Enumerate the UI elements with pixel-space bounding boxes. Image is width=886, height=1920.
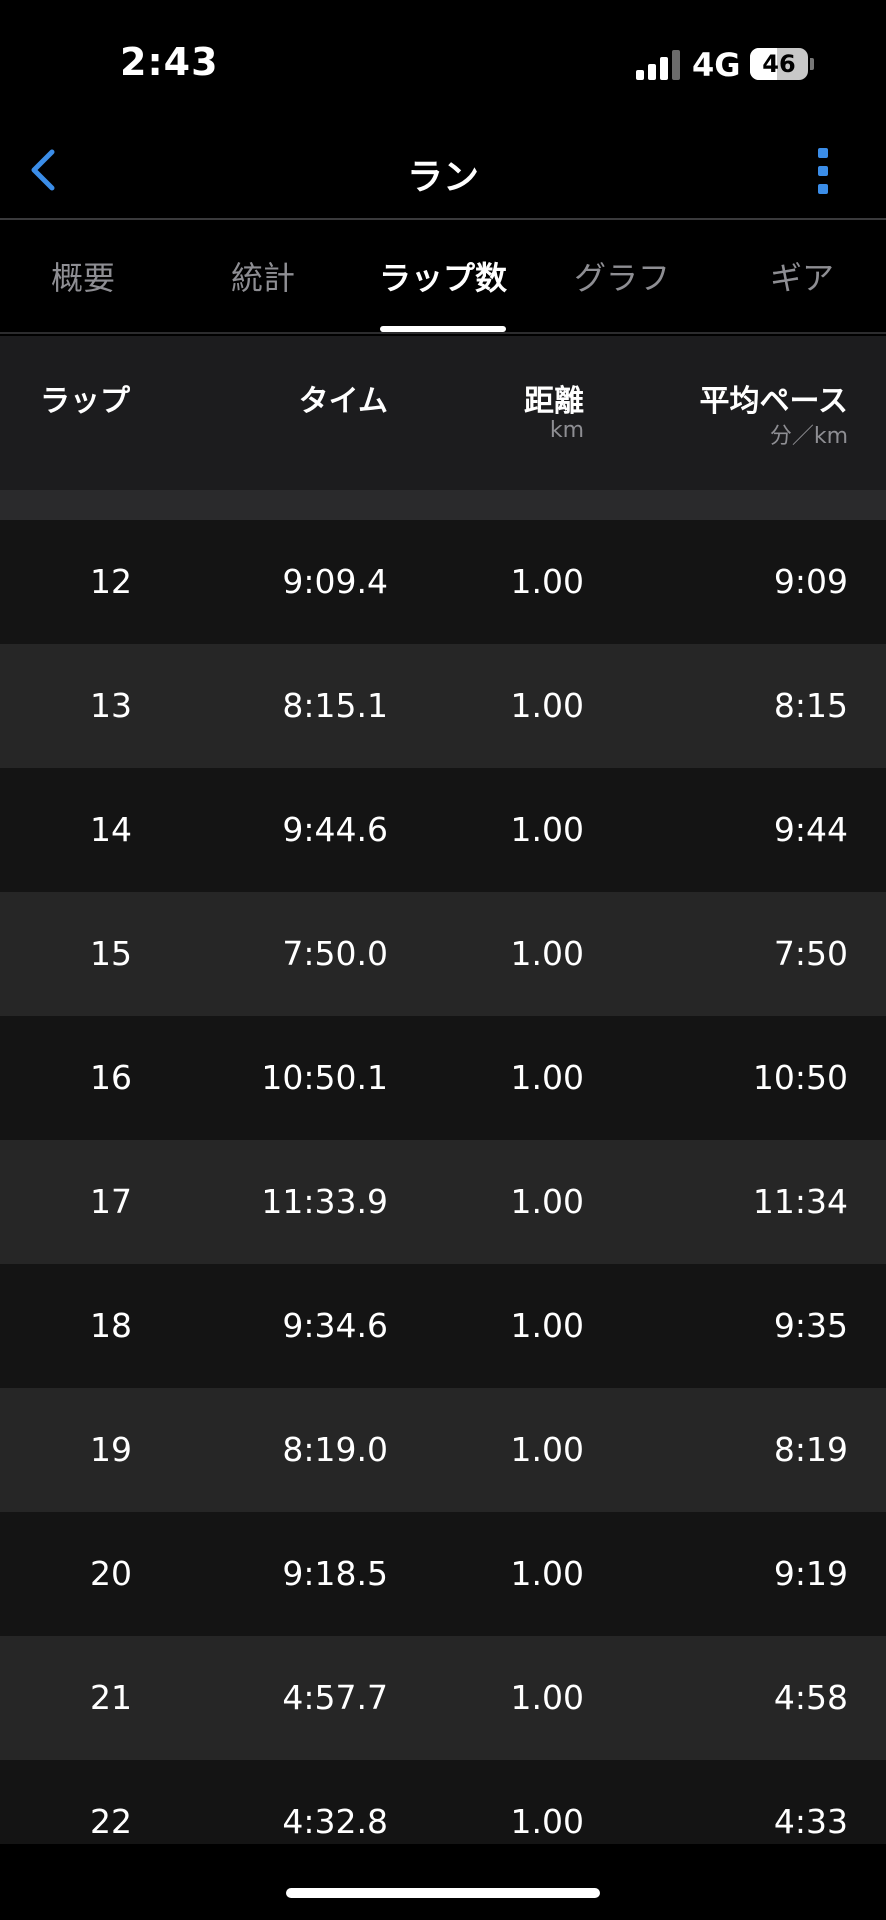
- lap-time: 7:50.0: [282, 934, 388, 973]
- table-header: ラップ タイム 距離 km 平均ペース 分／km: [0, 336, 886, 490]
- header-pace: 平均ペース: [699, 384, 849, 419]
- header-pace-unit: 分／km: [769, 424, 848, 449]
- lap-number: 15: [90, 934, 132, 973]
- lap-time: 11:33.9: [261, 1182, 388, 1221]
- lap-distance: 1.00: [510, 1306, 584, 1345]
- lap-table[interactable]: 12 9:09.4 1.00 9:09 13 8:15.1 1.00 8:15 14 9:44.6…: [0, 520, 886, 1844]
- lap-time: 8:15.1: [282, 686, 388, 725]
- lap-distance: 1.00: [510, 1802, 584, 1841]
- lap-distance: 1.00: [510, 934, 584, 973]
- table-row[interactable]: 15 7:50.0 1.00 7:50: [0, 892, 886, 1016]
- header-distance-unit: km: [549, 418, 584, 443]
- tab-gear[interactable]: ギア: [718, 222, 886, 332]
- lap-number: 22: [90, 1802, 132, 1841]
- lap-number: 21: [90, 1678, 132, 1717]
- table-row[interactable]: 16 10:50.1 1.00 10:50: [0, 1016, 886, 1140]
- lap-time: 10:50.1: [261, 1058, 388, 1097]
- tab-graph[interactable]: グラフ: [538, 222, 706, 332]
- more-options-button[interactable]: [808, 146, 838, 196]
- header-time: タイム: [298, 384, 388, 419]
- home-indicator: [286, 1888, 600, 1898]
- lap-distance: 1.00: [510, 810, 584, 849]
- table-row[interactable]: 19 8:19.0 1.00 8:19: [0, 1388, 886, 1512]
- lap-distance: 1.00: [510, 562, 584, 601]
- lap-time: 9:44.6: [282, 810, 388, 849]
- lap-time: 4:32.8: [282, 1802, 388, 1841]
- lap-pace: 9:19: [773, 1554, 848, 1593]
- tab-bar: 概要 統計 ラップ数 グラフ ギア: [0, 222, 886, 334]
- lap-number: 17: [90, 1182, 132, 1221]
- lap-number: 13: [90, 686, 132, 725]
- lap-number: 18: [90, 1306, 132, 1345]
- lap-time: 9:09.4: [282, 562, 388, 601]
- table-row[interactable]: 14 9:44.6 1.00 9:44: [0, 768, 886, 892]
- lap-pace: 8:15: [773, 686, 848, 725]
- lap-distance: 1.00: [510, 1430, 584, 1469]
- lap-pace: 9:44: [773, 810, 848, 849]
- lap-number: 16: [90, 1058, 132, 1097]
- lap-pace: 11:34: [752, 1182, 848, 1221]
- lap-pace: 8:19: [773, 1430, 848, 1469]
- table-row[interactable]: 22 4:32.8 1.00 4:33: [0, 1760, 886, 1844]
- table-row[interactable]: 13 8:15.1 1.00 8:15: [0, 644, 886, 768]
- nav-bar: ラン: [0, 120, 886, 220]
- lap-pace: 9:35: [773, 1306, 848, 1345]
- battery-tip: [810, 58, 814, 70]
- header-divider: [0, 490, 886, 520]
- table-row[interactable]: 20 9:18.5 1.00 9:19: [0, 1512, 886, 1636]
- lap-distance: 1.00: [510, 1678, 584, 1717]
- table-row[interactable]: 18 9:34.6 1.00 9:35: [0, 1264, 886, 1388]
- lap-pace: 4:33: [773, 1802, 848, 1841]
- page-title: ラン: [406, 157, 479, 198]
- lap-pace: 10:50: [752, 1058, 848, 1097]
- lap-number: 19: [90, 1430, 132, 1469]
- header-distance: 距離: [524, 384, 584, 419]
- network-type: 4G: [692, 46, 741, 84]
- lap-distance: 1.00: [510, 1554, 584, 1593]
- lap-time: 9:18.5: [282, 1554, 388, 1593]
- tab-stats[interactable]: 統計: [178, 222, 348, 332]
- header-lap: ラップ: [40, 384, 130, 419]
- lap-pace: 9:09: [773, 562, 848, 601]
- table-row[interactable]: 12 9:09.4 1.00 9:09: [0, 520, 886, 644]
- lap-distance: 1.00: [510, 686, 584, 725]
- table-row[interactable]: 17 11:33.9 1.00 11:34: [0, 1140, 886, 1264]
- tab-overview[interactable]: 概要: [0, 222, 166, 332]
- status-time: 2:43: [120, 40, 219, 84]
- lap-number: 14: [90, 810, 132, 849]
- cellular-signal-icon: [636, 48, 680, 80]
- lap-distance: 1.00: [510, 1058, 584, 1097]
- lap-time: 4:57.7: [282, 1678, 388, 1717]
- active-tab-indicator: [380, 326, 506, 332]
- lap-pace: 7:50: [773, 934, 848, 973]
- lap-time: 8:19.0: [282, 1430, 388, 1469]
- tab-laps[interactable]: ラップ数: [362, 222, 524, 332]
- lap-number: 12: [90, 562, 132, 601]
- status-bar: 2:43 4G 46: [0, 0, 886, 120]
- lap-number: 20: [90, 1554, 132, 1593]
- lap-time: 9:34.6: [282, 1306, 388, 1345]
- battery-icon: 46: [750, 48, 808, 80]
- lap-pace: 4:58: [773, 1678, 848, 1717]
- battery-level: 46: [762, 50, 796, 78]
- table-row[interactable]: 21 4:57.7 1.00 4:58: [0, 1636, 886, 1760]
- lap-distance: 1.00: [510, 1182, 584, 1221]
